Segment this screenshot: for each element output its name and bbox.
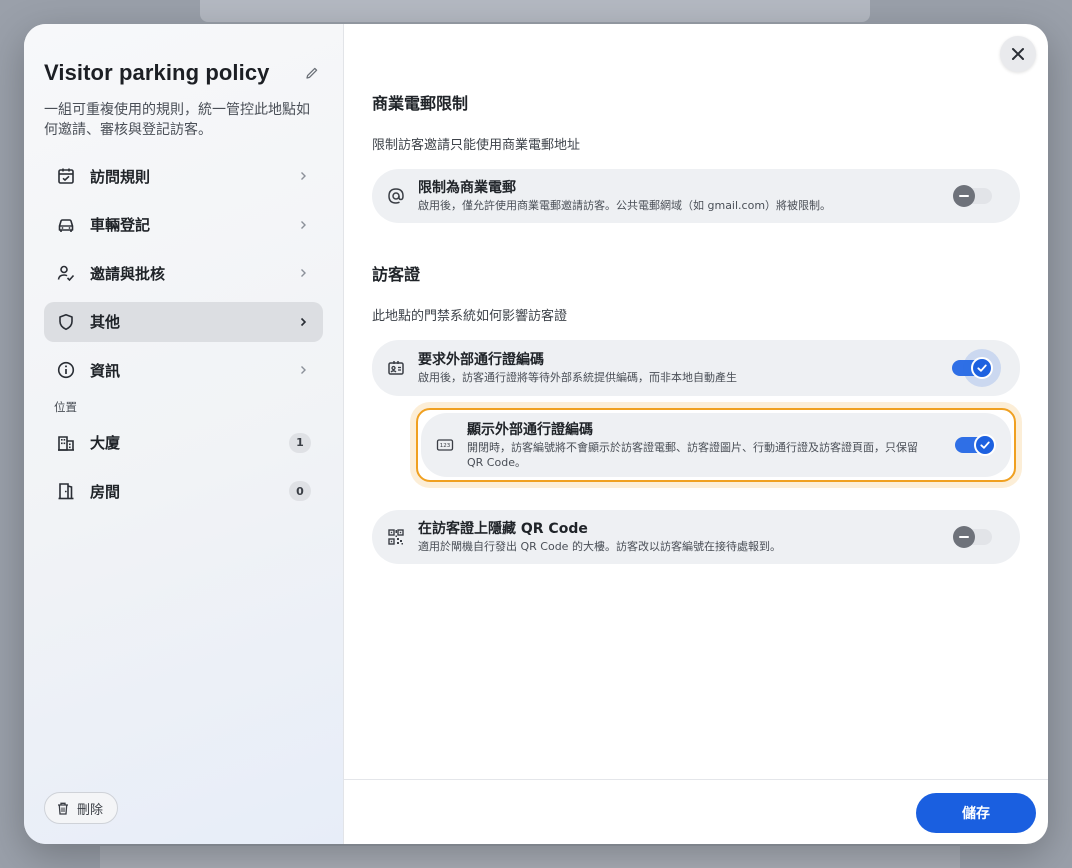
policy-title: Visitor parking policy — [44, 60, 270, 85]
policy-description: 一組可重複使用的規則，統一管控此地點如何邀請、審核與登記訪客。 — [44, 102, 310, 138]
sidebar: Visitor parking policy 一組可重複使用的規則，統一管控此地… — [24, 24, 344, 844]
close-icon — [1012, 48, 1024, 60]
card-description: 開閉時，訪客編號將不會顯示於訪客證電郵、訪客證圖片、行動通行證及訪客證頁面，只保… — [467, 440, 918, 469]
chevron-right-icon — [295, 362, 311, 378]
toggle-knob — [953, 185, 975, 207]
sidebar-item-info[interactable]: 資訊 — [44, 350, 323, 390]
require-external-pass-card: 要求外部通行證編碼 啟用後，訪客通行證將等待外部系統提供編碼，而非本地自動產生 — [372, 340, 1020, 396]
sidebar-item-label: 資訊 — [90, 361, 121, 380]
at-sign-icon — [386, 186, 406, 206]
sidebar-item-label: 訪問規則 — [90, 167, 151, 186]
location-section-label: 位置 — [54, 399, 77, 414]
svg-text:123: 123 — [440, 443, 451, 449]
sidebar-item-label: 大廈 — [90, 434, 121, 452]
sidebar-item-room[interactable]: 房間 0 — [44, 471, 323, 511]
toggle-knob — [974, 434, 996, 456]
sidebar-item-invite-approval[interactable]: 邀請與批核 — [44, 253, 323, 293]
sidebar-item-vehicle-registration[interactable]: 車輛登記 — [44, 205, 323, 245]
show-external-pass-card: 123 顯示外部通行證編碼 開閉時，訪客編號將不會顯示於訪客證電郵、訪客證圖片、… — [421, 413, 1011, 477]
chevron-right-icon — [295, 217, 311, 233]
sidebar-item-other[interactable]: 其他 — [44, 301, 323, 342]
card-title: 顯示外部通行證編碼 — [467, 421, 593, 438]
show-external-pass-toggle[interactable] — [955, 434, 996, 456]
delete-button[interactable]: 刪除 — [44, 792, 119, 824]
hide-qr-code-toggle[interactable] — [953, 526, 992, 548]
id-badge-icon — [386, 358, 406, 378]
sidebar-item-label: 房間 — [90, 482, 121, 501]
card-text: 限制為商業電郵 啟用後，僅允許使用商業電郵邀請訪客。公共電郵網域（如 gmail… — [418, 179, 954, 213]
delete-label: 刪除 — [77, 802, 104, 818]
toggle-knob — [971, 357, 993, 379]
close-button[interactable] — [1000, 36, 1036, 72]
sidebar-item-building[interactable]: 大廈 1 — [44, 423, 323, 463]
info-icon — [56, 360, 76, 380]
title-row: Visitor parking policy — [44, 60, 323, 86]
check-icon — [977, 364, 987, 372]
number-badge-icon: 123 — [435, 435, 455, 455]
highlighted-setting: 123 顯示外部通行證編碼 開閉時，訪客編號將不會顯示於訪客證電郵、訪客證圖片、… — [416, 408, 1016, 482]
sidebar-item-visit-rules[interactable]: 訪問規則 — [44, 156, 323, 196]
save-button[interactable]: 儲存 — [916, 793, 1036, 833]
require-external-pass-toggle[interactable] — [952, 349, 1001, 387]
restrict-business-email-card: 限制為商業電郵 啟用後，僅允許使用商業電郵邀請訪客。公共電郵網域（如 gmail… — [372, 169, 1020, 223]
card-description: 啟用後，僅允許使用商業電郵邀請訪客。公共電郵網域（如 gmail.com）將被限… — [418, 199, 832, 212]
check-icon — [980, 441, 990, 449]
building-count-badge: 1 — [289, 432, 311, 453]
sidebar-item-label: 其他 — [90, 313, 121, 331]
sidebar-item-label: 邀請與批核 — [90, 264, 166, 283]
card-description: 啟用後，訪客通行證將等待外部系統提供編碼，而非本地自動產生 — [418, 371, 737, 384]
settings-panel: 商業電郵限制 限制訪客邀請只能使用商業電郵地址 限制為商業電郵 啟用後，僅允許使… — [344, 24, 1048, 844]
card-text: 在訪客證上隱藏 QR Code 適用於閘機自行發出 QR Code 的大樓。訪客… — [418, 520, 954, 554]
restrict-business-email-toggle[interactable] — [953, 185, 992, 207]
sidebar-nav: 訪問規則 車輛登記 邀請與批核 其他 資訊 位置 大廈 1 房間 0 — [44, 156, 323, 511]
card-text: 顯示外部通行證編碼 開閉時，訪客編號將不會顯示於訪客證電郵、訪客證圖片、行動通行… — [467, 421, 955, 470]
building-icon — [56, 433, 76, 453]
visitor-pass-section-title: 訪客證 — [372, 265, 421, 284]
visitor-pass-section-subtitle: 此地點的門禁系統如何影響訪客證 — [372, 309, 568, 324]
qr-code-icon — [386, 527, 406, 547]
door-icon — [56, 481, 76, 501]
card-title: 限制為商業電郵 — [418, 180, 516, 196]
card-title: 在訪客證上隱藏 QR Code — [418, 521, 588, 537]
pencil-icon — [306, 67, 318, 79]
policy-modal: Visitor parking policy 一組可重複使用的規則，統一管控此地… — [24, 24, 1048, 844]
modal-footer: 儲存 — [344, 779, 1048, 844]
card-text: 要求外部通行證編碼 啟用後，訪客通行證將等待外部系統提供編碼，而非本地自動產生 — [418, 351, 952, 385]
trash-icon — [58, 802, 68, 815]
user-check-icon — [56, 263, 76, 283]
car-icon — [56, 215, 76, 235]
room-count-badge: 0 — [289, 481, 311, 501]
calendar-check-icon — [56, 166, 76, 186]
edit-title-button[interactable] — [301, 62, 323, 84]
business-email-section-title: 商業電郵限制 — [372, 94, 469, 113]
business-email-section-subtitle: 限制訪客邀請只能使用商業電郵地址 — [372, 138, 581, 153]
shield-icon — [56, 312, 76, 332]
chevron-right-icon — [295, 314, 311, 330]
backdrop-header — [200, 0, 870, 22]
backdrop-footer — [100, 846, 960, 868]
sidebar-item-label: 車輛登記 — [90, 216, 151, 234]
hide-qr-code-card: 在訪客證上隱藏 QR Code 適用於閘機自行發出 QR Code 的大樓。訪客… — [372, 510, 1020, 564]
chevron-right-icon — [295, 168, 311, 184]
settings-content: 商業電郵限制 限制訪客邀請只能使用商業電郵地址 限制為商業電郵 啟用後，僅允許使… — [372, 90, 1020, 564]
card-title: 要求外部通行證編碼 — [418, 352, 544, 368]
chevron-right-icon — [295, 265, 311, 281]
toggle-knob — [953, 526, 975, 548]
card-description: 適用於閘機自行發出 QR Code 的大樓。訪客改以訪客編號在接待處報到。 — [418, 540, 781, 553]
